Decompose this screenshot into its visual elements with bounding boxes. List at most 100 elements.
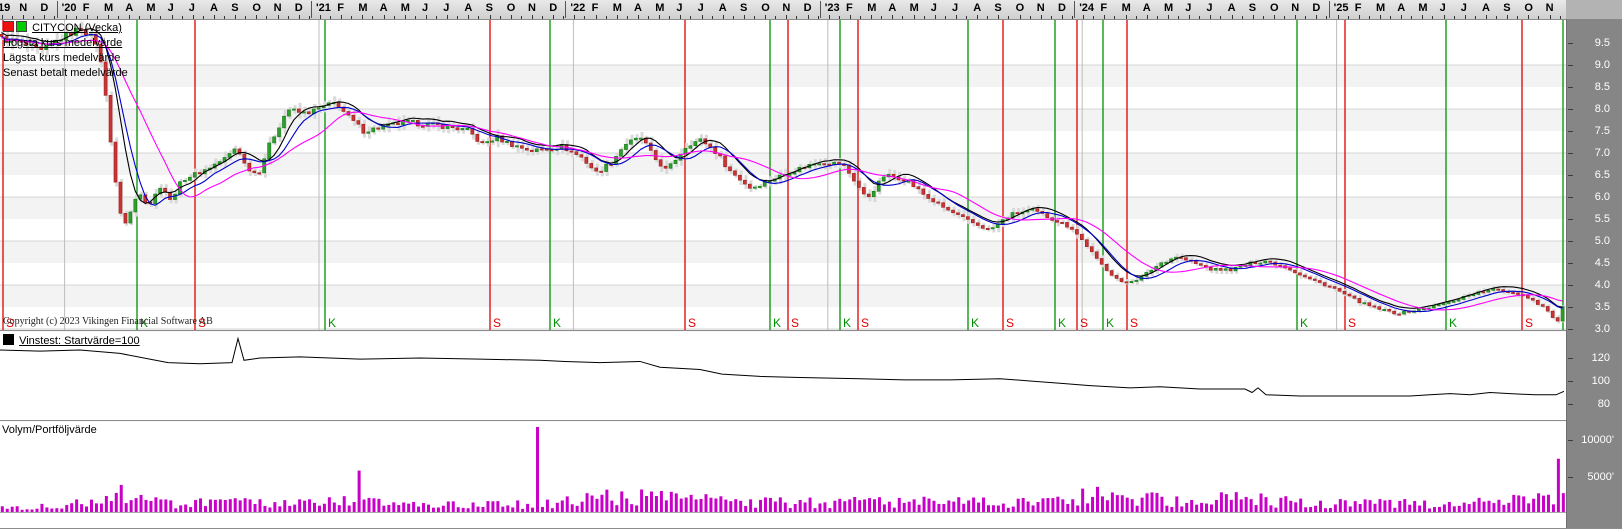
volume-panel[interactable]: [0, 422, 1566, 529]
volume-bar: [1562, 493, 1565, 512]
time-axis-tick: [1444, 15, 1445, 19]
volume-bar: [358, 471, 361, 512]
volume-bar: [586, 493, 589, 512]
time-axis-tick: [12, 16, 13, 19]
candle-down: [649, 143, 652, 150]
volume-bar: [209, 499, 212, 512]
sell-signal-label: S: [861, 316, 869, 330]
time-axis-tick: [278, 15, 279, 19]
volume-bar: [472, 502, 475, 512]
candle-down: [377, 128, 380, 129]
volume-bar: [1190, 500, 1193, 512]
volume-bar: [1185, 503, 1188, 512]
time-axis-tick: [288, 16, 289, 19]
axis-tick: [1568, 263, 1573, 264]
volume-bar: [229, 499, 232, 512]
time-axis-label: F: [83, 2, 90, 14]
volume-bar: [65, 505, 68, 512]
time-axis-tick: [1263, 16, 1264, 19]
candle-down: [1080, 234, 1083, 240]
candle-down: [253, 171, 256, 173]
candle-up: [461, 128, 464, 129]
volume-bar: [1428, 508, 1431, 512]
time-axis-tick: [436, 16, 437, 19]
volume-bar: [1220, 492, 1223, 512]
volume-bar: [794, 504, 797, 512]
candle-down: [1531, 298, 1534, 300]
candle-down: [352, 115, 355, 120]
copyright-text: Copyright (c) 2023 Vikingen Financial So…: [3, 316, 213, 327]
candle-down: [1070, 227, 1073, 229]
volume-bar: [1443, 504, 1446, 512]
volume-bar: [982, 498, 985, 512]
candle-down: [664, 166, 667, 168]
axis-tick: [1568, 131, 1573, 132]
volume-bar: [1279, 498, 1282, 512]
price-axis-label: 7.0: [1595, 147, 1610, 159]
volume-bar: [923, 497, 926, 512]
volume-bar: [937, 504, 940, 512]
time-axis-label: A: [973, 2, 981, 14]
time-axis-label: M: [655, 2, 664, 14]
volume-bar: [516, 500, 519, 512]
volume-bar: [690, 495, 693, 512]
price-stripe: [0, 241, 1566, 263]
time-axis-label: '24: [1079, 2, 1094, 14]
time-axis-tick: [394, 16, 395, 19]
volume-bar: [695, 499, 698, 512]
volume-bar: [719, 496, 722, 512]
candle-down: [942, 203, 945, 208]
volume-bar: [932, 501, 935, 512]
volume-bar: [1448, 502, 1451, 512]
candle-down: [1105, 264, 1108, 270]
volume-bar: [952, 502, 955, 512]
candle-down: [1269, 261, 1272, 262]
volume-bar: [1299, 499, 1302, 512]
volume-bar: [278, 506, 281, 512]
time-axis-tick: [1486, 15, 1487, 19]
price-stripe: [0, 109, 1566, 131]
candle-down: [724, 156, 727, 167]
volume-bar: [1458, 506, 1461, 512]
time-axis-label: F: [1100, 2, 1107, 14]
volume-bar: [1037, 502, 1040, 512]
volume-bar: [239, 500, 242, 512]
volume-bar: [1378, 499, 1381, 512]
volume-bar: [605, 490, 608, 512]
volume-bar: [422, 503, 425, 512]
volume-bar: [873, 499, 876, 512]
volume-bar: [1269, 505, 1272, 512]
candle-down: [1199, 264, 1202, 266]
candle-down: [1115, 275, 1118, 278]
time-axis-tick: [1062, 15, 1063, 19]
volume-bar: [630, 504, 633, 512]
volume-bar: [308, 499, 311, 512]
time-axis-tick: [606, 16, 607, 19]
volume-bar: [1136, 506, 1139, 512]
volume-bar: [1374, 504, 1377, 512]
candle-down: [1194, 261, 1197, 263]
volume-bar: [1017, 499, 1020, 512]
candle-down: [1368, 303, 1371, 306]
volume-bar: [1091, 497, 1094, 512]
time-axis-label: A: [719, 2, 727, 14]
volume-bar: [1265, 497, 1268, 512]
candle-down: [1536, 300, 1539, 304]
volume-bar: [1334, 504, 1337, 512]
volume-bar: [149, 501, 152, 512]
volume-bar: [541, 507, 544, 512]
candle-down: [1353, 296, 1356, 298]
time-axis-tick: [1041, 15, 1042, 19]
main-price-chart[interactable]: SSSSSSSSSSSKKKKKKKKKKK: [0, 20, 1566, 330]
vinstest-panel[interactable]: [0, 332, 1566, 420]
candle-down: [1110, 271, 1113, 276]
volume-bar: [992, 505, 995, 512]
time-axis-tick: [426, 15, 427, 19]
axis-tick: [1568, 440, 1573, 441]
time-axis-tick: [956, 15, 957, 19]
time-axis-tick: [299, 15, 300, 19]
time-axis-tick: [574, 15, 575, 19]
time-axis-label: A: [1228, 2, 1236, 14]
volume-bar: [1319, 501, 1322, 512]
candle-down: [951, 210, 954, 213]
